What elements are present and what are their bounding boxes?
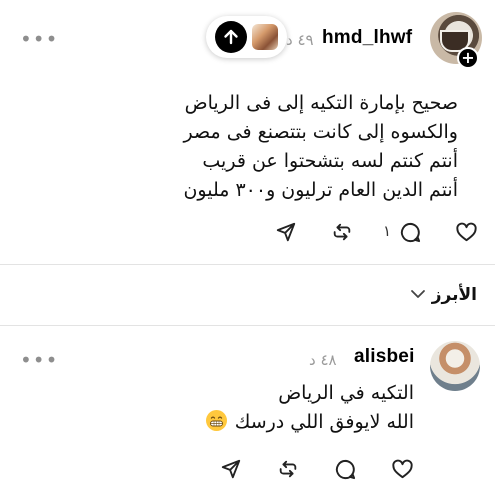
post2-avatar[interactable] xyxy=(430,341,480,391)
follow-plus-icon[interactable]: + xyxy=(457,47,479,69)
chevron-down-icon xyxy=(410,285,426,305)
post1-username[interactable]: hmd_lhwf xyxy=(322,27,412,49)
reply-comment-icon[interactable] xyxy=(397,219,423,245)
like-heart-icon[interactable] xyxy=(389,456,415,482)
post2-username[interactable]: alisbei xyxy=(354,346,415,368)
post2-line: التكيه في الرياض xyxy=(278,382,414,404)
post2-time: ٤٨ د xyxy=(309,351,337,369)
repost-icon[interactable] xyxy=(275,456,301,482)
like-heart-icon[interactable] xyxy=(453,219,479,245)
section-divider xyxy=(0,264,495,265)
sort-selector[interactable]: الأبرز xyxy=(410,285,477,305)
post1-line: أنتم الدين العام ترليون و٣٠٠ مليون xyxy=(183,179,458,201)
arrow-up-icon[interactable] xyxy=(215,21,247,53)
section-divider xyxy=(0,325,495,326)
post1-more-button[interactable]: ••• xyxy=(20,29,58,49)
post1-reply-count: ١ xyxy=(383,222,392,240)
post1-line: صحيح بإمارة التكيه إلى فى الرياض xyxy=(184,92,458,114)
reply-comment-icon[interactable] xyxy=(332,456,358,482)
post2-more-button[interactable]: ••• xyxy=(20,350,58,370)
share-send-icon[interactable] xyxy=(218,456,244,482)
share-send-icon[interactable] xyxy=(273,219,299,245)
post2-line: الله لايوفق اللي درسك xyxy=(234,411,414,433)
post1-body: صحيح بإمارة التكيه إلى فى الرياض والكسوه… xyxy=(18,89,458,205)
post2-body: التكيه في الرياض الله لايوفق اللي درسك xyxy=(34,379,414,437)
post2-line-wrap: الله لايوفق اللي درسك xyxy=(34,408,414,437)
post1-time: ٤٩ د xyxy=(286,31,314,49)
repost-icon[interactable] xyxy=(329,219,355,245)
pill-avatar-thumbnail xyxy=(252,24,278,50)
scroll-top-pill[interactable] xyxy=(206,16,287,58)
post1-line: أنتم كنتم لسه بتشحتوا عن قريب xyxy=(202,150,458,172)
grinning-emoji-icon xyxy=(205,410,227,431)
post1-line: والكسوه إلى كانت بتتصنع فى مصر xyxy=(183,121,458,143)
sort-label: الأبرز xyxy=(431,285,477,305)
